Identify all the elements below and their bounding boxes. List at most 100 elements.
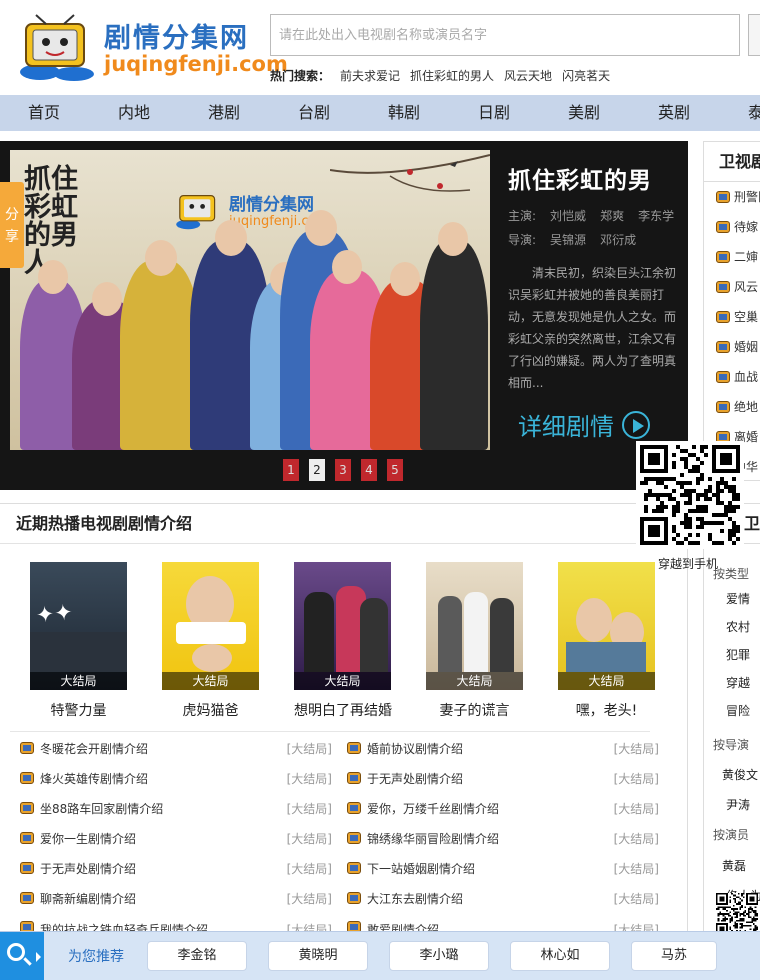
side-list-item[interactable]: 待嫁: [704, 212, 760, 242]
side-list-item[interactable]: 空巢: [704, 302, 760, 332]
pager-dot-active[interactable]: 2: [309, 459, 325, 481]
list-item-title[interactable]: 于无声处剧情介绍: [367, 770, 614, 787]
drama-name[interactable]: 想明白了再结婚: [294, 700, 392, 720]
filter-tag[interactable]: 农村: [726, 618, 750, 635]
list-item-title[interactable]: 下一站婚姻剧情介绍: [367, 860, 614, 877]
drama-cover[interactable]: ✦✦ 大结局: [30, 562, 127, 690]
list-item[interactable]: 于无声处剧情介绍 [大结局]: [20, 853, 332, 883]
drama-card[interactable]: 大结局 嘿，老头!: [558, 562, 655, 720]
small-qr-code-icon[interactable]: [716, 893, 758, 935]
director-name[interactable]: 吴锦源: [550, 233, 586, 247]
list-item[interactable]: 爱你，万缕千丝剧情介绍 [大结局]: [347, 793, 659, 823]
poster-logo-title: 剧情分集网: [229, 195, 314, 215]
drama-card[interactable]: 大结局 妻子的谎言: [426, 562, 523, 720]
nav-item-us[interactable]: 美剧: [568, 95, 600, 131]
filter-tag[interactable]: 冒险: [726, 702, 750, 719]
cast-head: [332, 250, 362, 284]
drama-cover[interactable]: 大结局: [294, 562, 391, 690]
drama-cover[interactable]: 大结局: [162, 562, 259, 690]
list-item[interactable]: 锦绣缘华丽冒险剧情介绍 [大结局]: [347, 823, 659, 853]
nav-item-jp[interactable]: 日剧: [478, 95, 510, 131]
drama-card[interactable]: 大结局 虎妈猫爸: [162, 562, 259, 720]
list-item-title[interactable]: 于无声处剧情介绍: [40, 860, 287, 877]
list-item[interactable]: 婚前协议剧情介绍 [大结局]: [347, 733, 659, 763]
filter-tag[interactable]: 犯罪: [726, 646, 750, 663]
search-input[interactable]: [270, 14, 740, 56]
detail-plot-link[interactable]: 详细剧情: [518, 407, 650, 442]
quick-search-button[interactable]: [0, 932, 44, 980]
list-item-title[interactable]: 锦绣缘华丽冒险剧情介绍: [367, 830, 614, 847]
pager-dot[interactable]: 1: [283, 459, 299, 481]
drama-name[interactable]: 特警力量: [30, 700, 127, 720]
director-name[interactable]: 邓衍成: [600, 233, 636, 247]
nav-item-home[interactable]: 首页: [28, 95, 60, 131]
banner-title[interactable]: 抓住彩虹的男: [508, 161, 652, 195]
pager-dot[interactable]: 4: [361, 459, 377, 481]
actor-name[interactable]: 李东学: [638, 209, 674, 223]
drama-cover[interactable]: 大结局: [558, 562, 655, 690]
list-item[interactable]: 冬暖花会开剧情介绍 [大结局]: [20, 733, 332, 763]
recommend-chip[interactable]: 黄晓明: [268, 941, 368, 971]
tv-icon: [716, 251, 730, 263]
nav-item-th[interactable]: 泰: [748, 95, 760, 131]
drama-card[interactable]: 大结局 想明白了再结婚: [294, 562, 392, 720]
drama-name[interactable]: 妻子的谎言: [426, 700, 523, 720]
side-list-item[interactable]: 婚姻: [704, 332, 760, 362]
banner-poster[interactable]: 抓住彩虹的男人 剧情分集网 juqingfenji.com: [10, 150, 490, 450]
nav-item-mainland[interactable]: 内地: [118, 95, 150, 131]
hot-search-link[interactable]: 风云天地: [504, 67, 552, 84]
recommend-chip[interactable]: 李小璐: [389, 941, 489, 971]
search-button[interactable]: [748, 14, 760, 56]
recommend-chip[interactable]: 马苏: [631, 941, 717, 971]
nav-item-uk[interactable]: 英剧: [658, 95, 690, 131]
pager-dot[interactable]: 5: [387, 459, 403, 481]
list-item-title[interactable]: 坐88路车回家剧情介绍: [40, 800, 287, 817]
cast-head: [438, 222, 468, 256]
list-item-title[interactable]: 爱你，万缕千丝剧情介绍: [367, 800, 614, 817]
side-list-item[interactable]: 刑警队: [704, 182, 760, 212]
side-list-item[interactable]: 二婶: [704, 242, 760, 272]
hot-search-link[interactable]: 闪亮茗天: [562, 67, 610, 84]
recommend-chip[interactable]: 李金铭: [147, 941, 247, 971]
drama-cover[interactable]: 大结局: [426, 562, 523, 690]
list-item[interactable]: 下一站婚姻剧情介绍 [大结局]: [347, 853, 659, 883]
list-item[interactable]: 坐88路车回家剧情介绍 [大结局]: [20, 793, 332, 823]
list-item-title[interactable]: 婚前协议剧情介绍: [367, 740, 614, 757]
tv-mascot-icon: [176, 195, 216, 230]
list-item-title[interactable]: 冬暖花会开剧情介绍: [40, 740, 287, 757]
side-list-item[interactable]: 绝地: [704, 392, 760, 422]
filter-tag[interactable]: 穿越: [726, 674, 750, 691]
list-item-title[interactable]: 聊斋新编剧情介绍: [40, 890, 287, 907]
actor-name[interactable]: 郑爽: [600, 209, 624, 223]
drama-name[interactable]: 虎妈猫爸: [162, 700, 259, 720]
share-tab[interactable]: 分享: [0, 182, 24, 268]
list-item-title[interactable]: 烽火英雄传剧情介绍: [40, 770, 287, 787]
nav-item-hk[interactable]: 港剧: [208, 95, 240, 131]
hot-search-link[interactable]: 抓住彩虹的男人: [410, 67, 494, 84]
filter-tag[interactable]: 黄俊文: [722, 766, 758, 783]
list-item-title[interactable]: 爱你一生剧情介绍: [40, 830, 287, 847]
list-item[interactable]: 聊斋新编剧情介绍 [大结局]: [20, 883, 332, 913]
list-item[interactable]: 于无声处剧情介绍 [大结局]: [347, 763, 659, 793]
cast-head: [92, 282, 122, 316]
list-item[interactable]: 爱你一生剧情介绍 [大结局]: [20, 823, 332, 853]
actor-name[interactable]: 刘恺威: [550, 209, 586, 223]
nav-item-kr[interactable]: 韩剧: [388, 95, 420, 131]
site-logo[interactable]: 剧情分集网 juqingfenji.com: [18, 10, 288, 85]
side-list-item[interactable]: 血战: [704, 362, 760, 392]
filter-tag[interactable]: 黄磊: [722, 857, 746, 874]
list-item[interactable]: 烽火英雄传剧情介绍 [大结局]: [20, 763, 332, 793]
list-item[interactable]: 大江东去剧情介绍 [大结局]: [347, 883, 659, 913]
recommend-chip[interactable]: 林心如: [510, 941, 610, 971]
pager-dot[interactable]: 3: [335, 459, 351, 481]
filter-tag[interactable]: 爱情: [726, 590, 750, 607]
qr-code-icon[interactable]: [636, 441, 744, 549]
list-item-title[interactable]: 大江东去剧情介绍: [367, 890, 614, 907]
drama-name[interactable]: 嘿，老头!: [558, 700, 655, 720]
hot-search-link[interactable]: 前夫求爱记: [340, 67, 400, 84]
side-list-item[interactable]: 风云: [704, 272, 760, 302]
filter-tag[interactable]: 尹涛: [726, 796, 750, 813]
drama-card[interactable]: ✦✦ 大结局 特警力量: [30, 562, 127, 720]
nav-item-tw[interactable]: 台剧: [298, 95, 330, 131]
side-item-label: 待嫁: [734, 220, 759, 234]
